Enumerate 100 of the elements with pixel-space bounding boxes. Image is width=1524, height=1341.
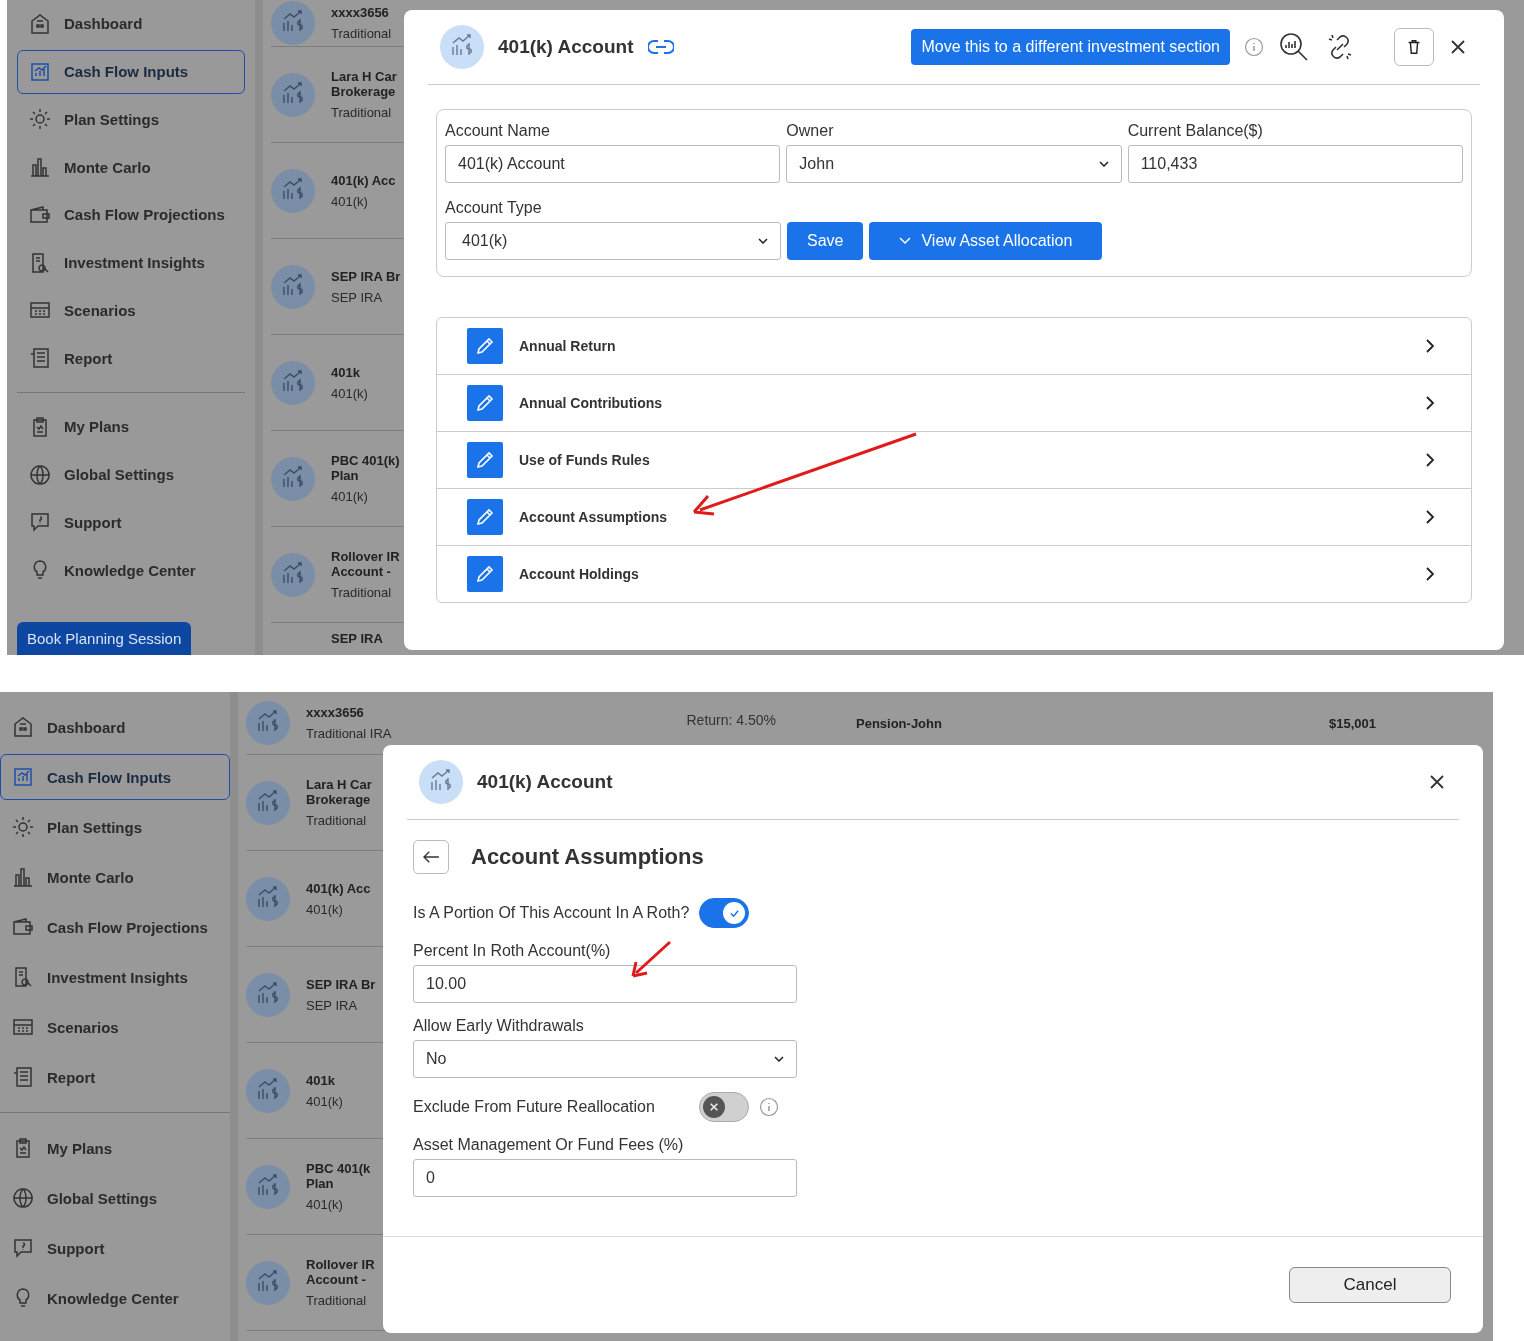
edit-icon — [467, 556, 503, 592]
sidebar-item[interactable]: Cash Flow Inputs — [17, 49, 245, 94]
nav-icon — [28, 107, 52, 132]
book-session-button[interactable]: Book Planning Session — [17, 622, 192, 655]
field-label: Asset Management Or Fund Fees (%) — [413, 1136, 685, 1154]
toggle-switch[interactable] — [699, 1092, 749, 1122]
sidebar-item[interactable]: My Plans — [17, 405, 245, 449]
nav-label: Dashboard — [47, 718, 126, 736]
account-avatar-icon — [246, 780, 290, 825]
sidebar-item[interactable]: Support — [17, 500, 245, 545]
account-avatar-icon — [246, 1260, 290, 1305]
section-row[interactable]: Annual Contributions — [437, 375, 1471, 432]
account-type: SEP IRA — [331, 289, 384, 305]
pension-amount: $15,001 — [1329, 716, 1376, 733]
account-avatar-icon — [271, 264, 315, 309]
nav-label: Report — [64, 349, 113, 367]
sidebar-item[interactable]: My Plans — [0, 1125, 230, 1171]
sidebar-item[interactable]: Plan Settings — [0, 804, 230, 850]
sidebar-item[interactable]: Global Settings — [17, 452, 245, 497]
sidebar-item[interactable]: Plan Settings — [17, 97, 245, 142]
field-label: Owner — [786, 122, 835, 140]
view-allocation-button[interactable]: View Asset Allocation — [869, 222, 1103, 260]
toggle-switch[interactable] — [699, 898, 750, 928]
pension-name: Pension-John — [856, 716, 942, 733]
section-row[interactable]: Use of Funds Rules — [437, 432, 1471, 489]
account-type: Traditional — [306, 813, 368, 828]
field-label: Allow Early Withdrawals — [413, 1017, 585, 1035]
sidebar-item[interactable]: Global Settings — [0, 1175, 230, 1221]
account-name: Rollover IR — [306, 1257, 375, 1272]
sidebar-item[interactable]: Scenarios — [17, 288, 245, 333]
link-icon[interactable] — [647, 39, 674, 55]
nav-label: Support — [64, 513, 122, 531]
input-field[interactable]: 10.00 — [413, 965, 797, 1003]
sidebar-item[interactable]: Cash Flow Projections — [0, 904, 230, 950]
nav-icon — [28, 155, 52, 180]
sidebar-item[interactable]: Dashboard — [0, 704, 230, 750]
account-avatar-icon — [271, 552, 315, 597]
sidebar-item[interactable]: Monte Carlo — [17, 145, 245, 189]
nav-icon — [11, 815, 35, 839]
back-button[interactable] — [413, 840, 449, 874]
cancel-button[interactable]: Cancel — [1289, 1267, 1451, 1303]
account-avatar-icon — [271, 360, 315, 405]
account-avatar-icon — [246, 1164, 290, 1209]
sidebar-item[interactable]: Dashboard — [17, 2, 245, 46]
sidebar-item[interactable]: Monte Carlo — [0, 854, 230, 900]
delete-button[interactable] — [1394, 28, 1434, 66]
account-name: Lara H Car — [331, 69, 397, 84]
info-icon[interactable] — [1244, 37, 1264, 57]
sidebar-item[interactable]: Investment Insights — [0, 954, 230, 1000]
account-type: Traditional — [331, 585, 393, 600]
account-name: Lara H Car — [306, 777, 372, 792]
sidebar-item[interactable]: Cash Flow Projections — [17, 193, 245, 237]
account-name: Brokerage — [331, 84, 397, 99]
account-name: 401k — [306, 1072, 336, 1088]
account-avatar-icon — [246, 1068, 290, 1113]
section-title: Account Assumptions — [471, 844, 704, 870]
account-avatar-icon — [271, 168, 315, 213]
chevron-right-icon — [1425, 566, 1435, 582]
section-row[interactable]: Account Assumptions — [437, 489, 1471, 546]
account-avatar-icon — [419, 760, 463, 804]
account-type: SEP IRA — [306, 997, 359, 1013]
nav-label: My Plans — [64, 418, 130, 436]
sidebar-item[interactable]: Report — [0, 1054, 230, 1100]
nav-label: Monte Carlo — [64, 158, 151, 176]
sidebar-item[interactable]: Knowledge Center — [0, 1275, 230, 1321]
magnifier-chart-icon[interactable] — [1278, 31, 1310, 63]
info-icon[interactable] — [759, 1097, 779, 1117]
nav-icon — [11, 1065, 35, 1089]
nav-icon — [11, 865, 35, 889]
nav-label: Cash Flow Inputs — [64, 63, 189, 81]
select-field[interactable]: No — [413, 1040, 797, 1078]
nav-icon — [28, 510, 52, 535]
input-field[interactable]: 110,433 — [1127, 145, 1463, 183]
sidebar-item[interactable]: Investment Insights — [17, 240, 245, 285]
save-button[interactable]: Save — [787, 222, 864, 260]
nav-label: Report — [47, 1068, 96, 1086]
field-label: Current Balance($) — [1127, 122, 1264, 140]
account-name: 401k — [331, 364, 361, 380]
select-field[interactable]: John — [786, 145, 1122, 183]
account-name: 401(k) Acc — [331, 172, 396, 188]
chevron-right-icon — [1425, 338, 1435, 354]
field-label: Percent In Roth Account(%) — [413, 942, 612, 960]
select-field[interactable]: 401(k) — [445, 222, 781, 260]
move-section-button[interactable]: Move this to a different investment section — [911, 29, 1230, 65]
sidebar-item[interactable]: Scenarios — [0, 1004, 230, 1050]
sidebar-item[interactable]: Support — [0, 1225, 230, 1271]
account-type: 401(k) — [306, 1197, 344, 1212]
account-type: 401(k) — [306, 1093, 343, 1109]
modal-title: 401(k) Account — [498, 36, 634, 58]
nav-label: Monte Carlo — [47, 868, 134, 886]
nav-label: Scenarios — [47, 1018, 119, 1036]
account-name: xxxx3656 — [331, 5, 390, 20]
input-field[interactable]: 0 — [413, 1159, 797, 1197]
sidebar-item[interactable]: Knowledge Center — [17, 548, 245, 592]
section-row[interactable]: Annual Return — [437, 318, 1471, 375]
sidebar-item[interactable]: Cash Flow Inputs — [0, 754, 230, 800]
section-row[interactable]: Account Holdings — [437, 546, 1471, 602]
nav-label: Global Settings — [47, 1189, 157, 1207]
sidebar-item[interactable]: Report — [17, 336, 245, 380]
input-field[interactable]: 401(k) Account — [445, 145, 781, 183]
